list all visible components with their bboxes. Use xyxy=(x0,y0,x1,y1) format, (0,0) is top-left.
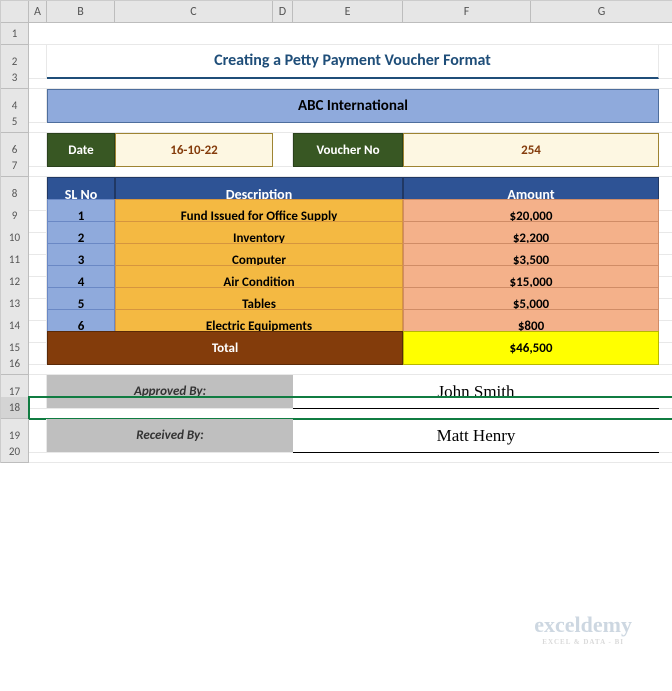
row-header-18[interactable]: 18 xyxy=(1,397,29,419)
cell-blank-20[interactable] xyxy=(29,441,672,463)
select-all-corner[interactable] xyxy=(1,1,29,23)
row-header-3[interactable]: 3 xyxy=(1,67,29,89)
selected-cell-A18[interactable] xyxy=(29,397,672,419)
cell-blank[interactable] xyxy=(29,23,672,45)
row-header-1[interactable]: 1 xyxy=(1,23,29,45)
col-header-A[interactable]: A xyxy=(29,1,47,23)
col-header-F[interactable]: F xyxy=(403,1,531,23)
cell-blank-5[interactable] xyxy=(29,111,672,133)
watermark-tagline: EXCEL & DATA - BI xyxy=(534,638,632,646)
row-header-5[interactable]: 5 xyxy=(1,111,29,133)
col-header-B[interactable]: B xyxy=(47,1,115,23)
cell-blank-3[interactable] xyxy=(29,67,672,89)
row-header-16[interactable]: 16 xyxy=(1,353,29,375)
row-header-7[interactable]: 7 xyxy=(1,155,29,177)
cell-blank-7[interactable] xyxy=(29,155,672,177)
col-header-E[interactable]: E xyxy=(293,1,403,23)
watermark-logo: exceldemy EXCEL & DATA - BI xyxy=(534,612,632,646)
cell-blank-16[interactable] xyxy=(29,353,672,375)
col-header-G[interactable]: G xyxy=(531,1,672,23)
watermark-brand: exceldemy xyxy=(534,612,632,637)
col-header-D[interactable]: D xyxy=(273,1,293,23)
row-header-20[interactable]: 20 xyxy=(1,441,29,463)
col-header-C[interactable]: C xyxy=(115,1,273,23)
spreadsheet-grid: A B C D E F G 1 2 Creating a Petty Payme… xyxy=(0,0,672,463)
